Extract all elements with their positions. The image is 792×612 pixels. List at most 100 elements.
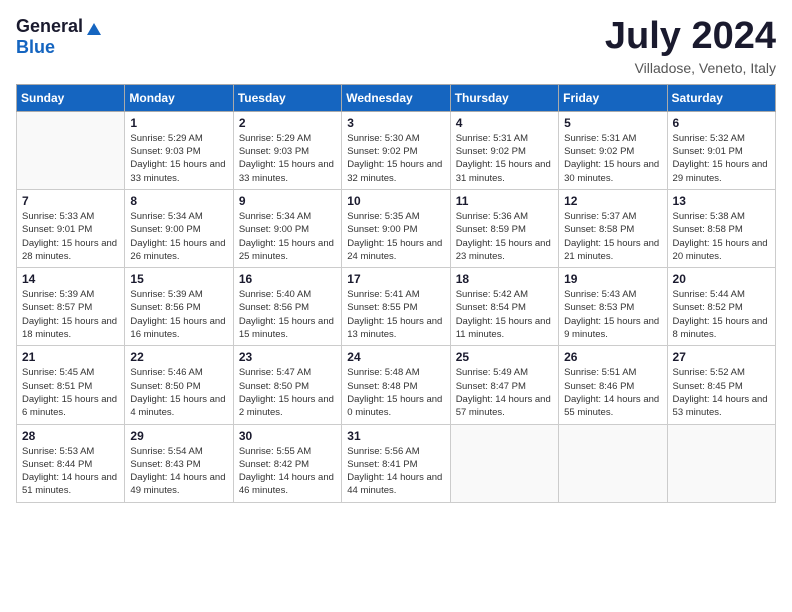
day-info: Sunrise: 5:41 AM Sunset: 8:55 PM Dayligh…: [347, 288, 444, 341]
day-info: Sunrise: 5:47 AM Sunset: 8:50 PM Dayligh…: [239, 366, 336, 419]
weekday-header-thursday: Thursday: [450, 84, 558, 111]
calendar-cell: 27Sunrise: 5:52 AM Sunset: 8:45 PM Dayli…: [667, 346, 775, 424]
calendar-cell: [17, 111, 125, 189]
weekday-header-friday: Friday: [559, 84, 667, 111]
calendar-cell: 18Sunrise: 5:42 AM Sunset: 8:54 PM Dayli…: [450, 268, 558, 346]
day-info: Sunrise: 5:32 AM Sunset: 9:01 PM Dayligh…: [673, 132, 770, 185]
calendar-cell: [450, 424, 558, 502]
day-number: 17: [347, 272, 444, 286]
calendar-cell: 25 Sunrise: 5:49 AM Sunset: 8:47 PM Dayli…: [450, 346, 558, 424]
weekday-header-monday: Monday: [125, 84, 233, 111]
day-number: 6: [673, 116, 770, 130]
day-info: Sunrise: 5:49 AM Sunset: 8:47 PM Dayligh…: [456, 366, 553, 419]
day-info: Sunrise: 5:37 AM Sunset: 8:58 PM Dayligh…: [564, 210, 661, 263]
day-info: Sunrise: 5:55 AM Sunset: 8:42 PM Dayligh…: [239, 445, 336, 498]
calendar-table: SundayMondayTuesdayWednesdayThursdayFrid…: [16, 84, 776, 503]
day-number: 31: [347, 429, 444, 443]
calendar-cell: 4 Sunrise: 5:31 AM Sunset: 9:02 PM Daylig…: [450, 111, 558, 189]
day-number: 7: [22, 194, 119, 208]
day-info: Sunrise: 5:46 AM Sunset: 8:50 PM Dayligh…: [130, 366, 227, 419]
day-number: 22: [130, 350, 227, 364]
day-info: Sunrise: 5:56 AM Sunset: 8:41 PM Dayligh…: [347, 445, 444, 498]
day-number: 14: [22, 272, 119, 286]
calendar-cell: 10 Sunrise: 5:35 AM Sunset: 9:00 PM Dayli…: [342, 189, 450, 267]
day-info: Sunrise: 5:53 AM Sunset: 8:44 PM Dayligh…: [22, 445, 119, 498]
logo-blue-text: Blue: [16, 37, 55, 58]
calendar-cell: 19 Sunrise: 5:43 AM Sunset: 8:53 PM Dayli…: [559, 268, 667, 346]
day-info: Sunrise: 5:39 AM Sunset: 8:56 PM Dayligh…: [130, 288, 227, 341]
calendar-cell: 5 Sunrise: 5:31 AM Sunset: 9:02 PM Daylig…: [559, 111, 667, 189]
day-number: 21: [22, 350, 119, 364]
day-info: Sunrise: 5:48 AM Sunset: 8:48 PM Dayligh…: [347, 366, 444, 419]
calendar-cell: 17 Sunrise: 5:41 AM Sunset: 8:55 PM Dayli…: [342, 268, 450, 346]
calendar-cell: 24Sunrise: 5:48 AM Sunset: 8:48 PM Dayli…: [342, 346, 450, 424]
day-number: 4: [456, 116, 553, 130]
calendar-cell: 8Sunrise: 5:34 AM Sunset: 9:00 PM Daylig…: [125, 189, 233, 267]
title-section: July 2024 Villadose, Veneto, Italy: [605, 16, 776, 76]
day-info: Sunrise: 5:42 AM Sunset: 8:54 PM Dayligh…: [456, 288, 553, 341]
day-info: Sunrise: 5:30 AM Sunset: 9:02 PM Dayligh…: [347, 132, 444, 185]
day-info: Sunrise: 5:44 AM Sunset: 8:52 PM Dayligh…: [673, 288, 770, 341]
weekday-header-saturday: Saturday: [667, 84, 775, 111]
day-number: 15: [130, 272, 227, 286]
calendar-cell: 7Sunrise: 5:33 AM Sunset: 9:01 PM Daylig…: [17, 189, 125, 267]
day-info: Sunrise: 5:38 AM Sunset: 8:58 PM Dayligh…: [673, 210, 770, 263]
day-number: 2: [239, 116, 336, 130]
calendar-cell: 14 Sunrise: 5:39 AM Sunset: 8:57 PM Dayli…: [17, 268, 125, 346]
day-info: Sunrise: 5:54 AM Sunset: 8:43 PM Dayligh…: [130, 445, 227, 498]
logo-general-text: General: [16, 16, 83, 37]
calendar-cell: 2 Sunrise: 5:29 AM Sunset: 9:03 PM Daylig…: [233, 111, 341, 189]
calendar-cell: 26Sunrise: 5:51 AM Sunset: 8:46 PM Dayli…: [559, 346, 667, 424]
calendar-cell: 6 Sunrise: 5:32 AM Sunset: 9:01 PM Daylig…: [667, 111, 775, 189]
day-info: Sunrise: 5:31 AM Sunset: 9:02 PM Dayligh…: [456, 132, 553, 185]
calendar-cell: 22 Sunrise: 5:46 AM Sunset: 8:50 PM Dayli…: [125, 346, 233, 424]
day-info: Sunrise: 5:31 AM Sunset: 9:02 PM Dayligh…: [564, 132, 661, 185]
day-info: Sunrise: 5:52 AM Sunset: 8:45 PM Dayligh…: [673, 366, 770, 419]
day-number: 23: [239, 350, 336, 364]
day-number: 19: [564, 272, 661, 286]
calendar-cell: 1 Sunrise: 5:29 AM Sunset: 9:03 PM Daylig…: [125, 111, 233, 189]
day-info: Sunrise: 5:34 AM Sunset: 9:00 PM Dayligh…: [239, 210, 336, 263]
day-number: 20: [673, 272, 770, 286]
day-number: 11: [456, 194, 553, 208]
calendar-cell: 9 Sunrise: 5:34 AM Sunset: 9:00 PM Daylig…: [233, 189, 341, 267]
calendar-week-row: 1 Sunrise: 5:29 AM Sunset: 9:03 PM Daylig…: [17, 111, 776, 189]
calendar-week-row: 21Sunrise: 5:45 AM Sunset: 8:51 PM Dayli…: [17, 346, 776, 424]
calendar-week-row: 28Sunrise: 5:53 AM Sunset: 8:44 PM Dayli…: [17, 424, 776, 502]
calendar-cell: 23 Sunrise: 5:47 AM Sunset: 8:50 PM Dayli…: [233, 346, 341, 424]
page-header: General Blue July 2024 Villadose, Veneto…: [16, 16, 776, 76]
logo-triangle-icon: [85, 19, 103, 37]
day-info: Sunrise: 5:40 AM Sunset: 8:56 PM Dayligh…: [239, 288, 336, 341]
day-number: 25: [456, 350, 553, 364]
logo: General Blue: [16, 16, 103, 58]
weekday-header-tuesday: Tuesday: [233, 84, 341, 111]
calendar-cell: 28Sunrise: 5:53 AM Sunset: 8:44 PM Dayli…: [17, 424, 125, 502]
calendar-cell: 21Sunrise: 5:45 AM Sunset: 8:51 PM Dayli…: [17, 346, 125, 424]
day-number: 5: [564, 116, 661, 130]
calendar-header-row: SundayMondayTuesdayWednesdayThursdayFrid…: [17, 84, 776, 111]
calendar-cell: 31 Sunrise: 5:56 AM Sunset: 8:41 PM Dayli…: [342, 424, 450, 502]
calendar-cell: 29 Sunrise: 5:54 AM Sunset: 8:43 PM Dayli…: [125, 424, 233, 502]
calendar-cell: 16 Sunrise: 5:40 AM Sunset: 8:56 PM Dayli…: [233, 268, 341, 346]
calendar-week-row: 7Sunrise: 5:33 AM Sunset: 9:01 PM Daylig…: [17, 189, 776, 267]
day-number: 16: [239, 272, 336, 286]
day-info: Sunrise: 5:36 AM Sunset: 8:59 PM Dayligh…: [456, 210, 553, 263]
weekday-header-wednesday: Wednesday: [342, 84, 450, 111]
day-number: 1: [130, 116, 227, 130]
day-info: Sunrise: 5:29 AM Sunset: 9:03 PM Dayligh…: [239, 132, 336, 185]
day-info: Sunrise: 5:43 AM Sunset: 8:53 PM Dayligh…: [564, 288, 661, 341]
calendar-cell: 3 Sunrise: 5:30 AM Sunset: 9:02 PM Daylig…: [342, 111, 450, 189]
day-info: Sunrise: 5:29 AM Sunset: 9:03 PM Dayligh…: [130, 132, 227, 185]
day-number: 9: [239, 194, 336, 208]
day-number: 29: [130, 429, 227, 443]
day-number: 3: [347, 116, 444, 130]
day-info: Sunrise: 5:34 AM Sunset: 9:00 PM Dayligh…: [130, 210, 227, 263]
calendar-cell: [559, 424, 667, 502]
day-info: Sunrise: 5:35 AM Sunset: 9:00 PM Dayligh…: [347, 210, 444, 263]
calendar-cell: 15 Sunrise: 5:39 AM Sunset: 8:56 PM Dayli…: [125, 268, 233, 346]
day-info: Sunrise: 5:39 AM Sunset: 8:57 PM Dayligh…: [22, 288, 119, 341]
calendar-cell: 13Sunrise: 5:38 AM Sunset: 8:58 PM Dayli…: [667, 189, 775, 267]
day-number: 10: [347, 194, 444, 208]
calendar-cell: 11 Sunrise: 5:36 AM Sunset: 8:59 PM Dayli…: [450, 189, 558, 267]
calendar-week-row: 14 Sunrise: 5:39 AM Sunset: 8:57 PM Dayli…: [17, 268, 776, 346]
